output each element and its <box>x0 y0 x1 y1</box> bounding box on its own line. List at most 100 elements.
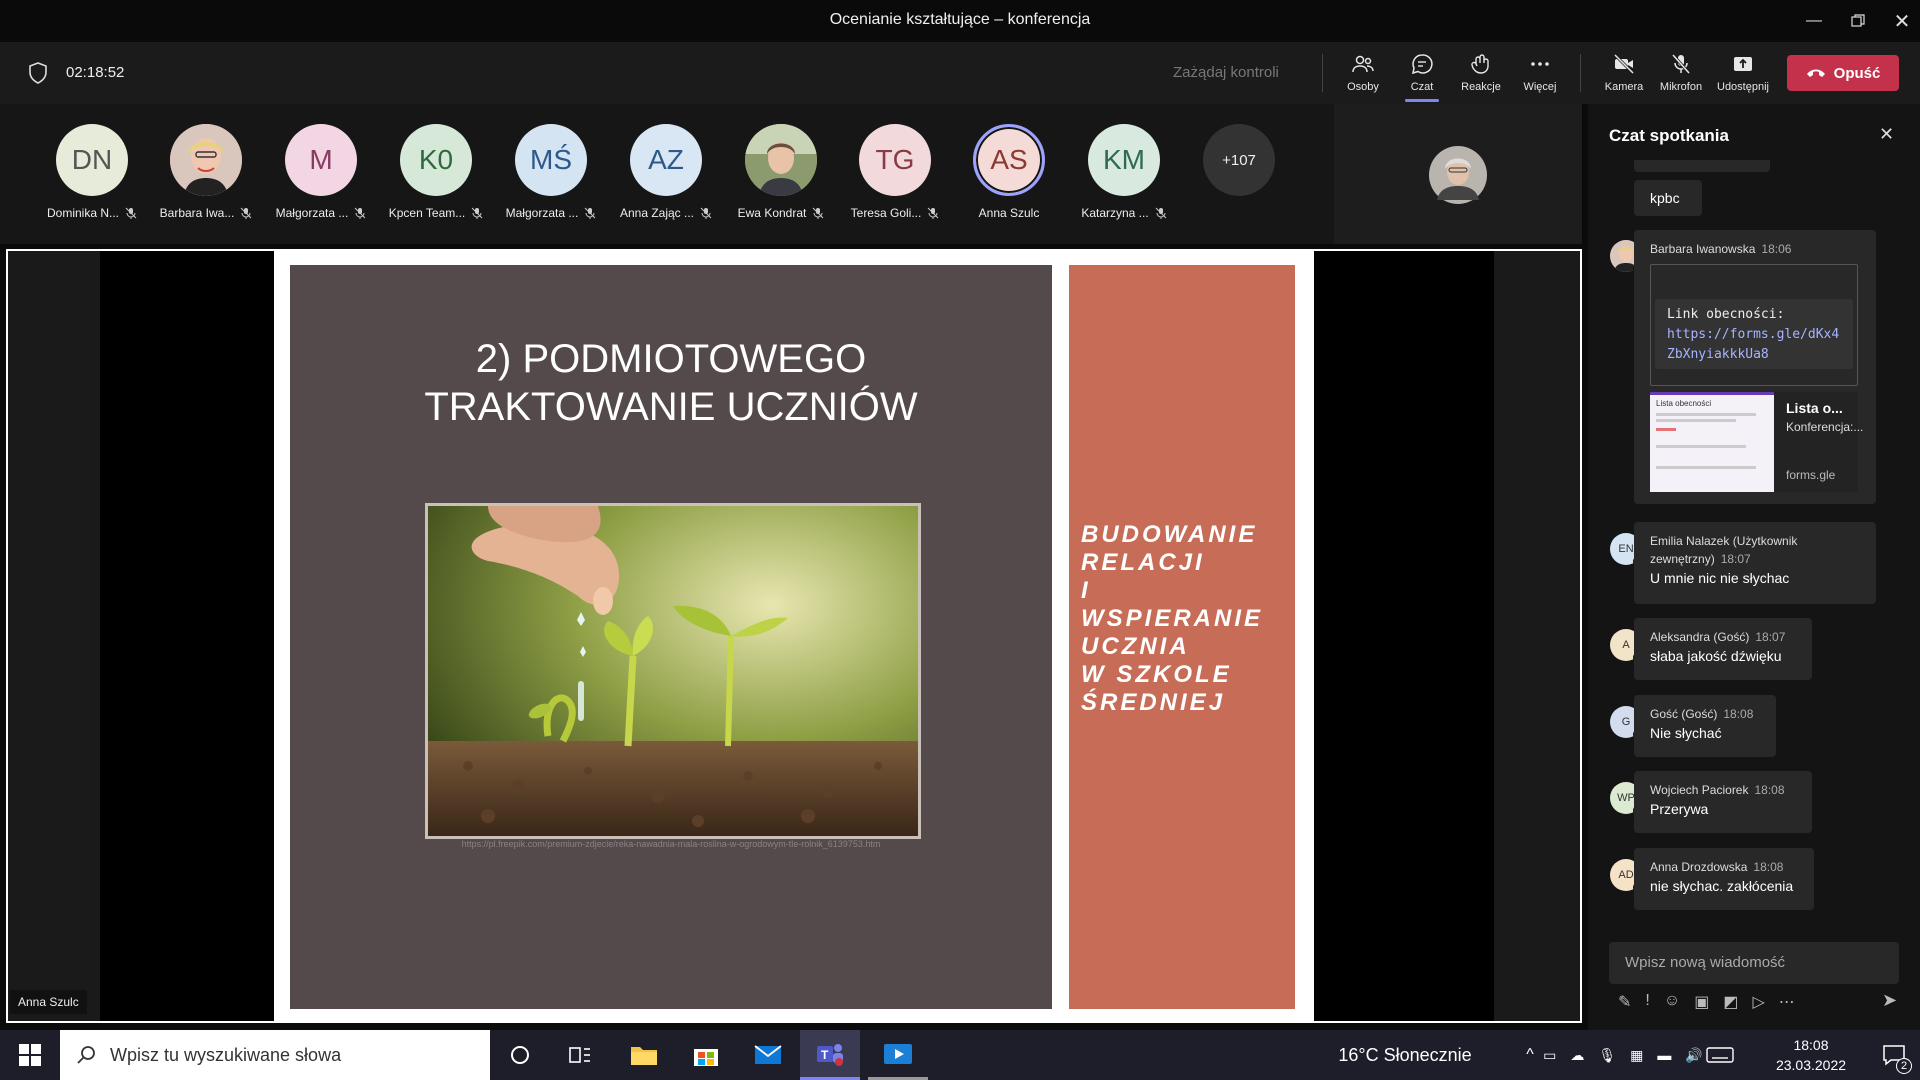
reactions-button[interactable]: Reakcje <box>1452 48 1510 100</box>
keyboard-button[interactable] <box>1700 1030 1740 1080</box>
weather-widget[interactable]: 16°C Słonecznie <box>1330 1030 1472 1080</box>
message-text: Przerywa <box>1650 801 1709 817</box>
message-text: kpbc <box>1650 190 1680 206</box>
sticker-icon[interactable]: ◩ <box>1723 992 1738 1012</box>
folder-icon <box>631 1047 657 1065</box>
message-time: 18:08 <box>1723 707 1754 721</box>
participant-tile[interactable]: Ewa Kondrat <box>726 124 836 220</box>
send-button[interactable]: ➤ <box>1882 990 1897 1011</box>
mic-off-icon <box>240 207 252 219</box>
chat-button[interactable]: Czat <box>1393 48 1451 102</box>
meet-now-tray-icon[interactable]: ▭ <box>1543 1047 1556 1064</box>
slide-title: 2) PODMIOTOWEGO TRAKTOWANIE UCZNIÓW <box>290 335 1052 431</box>
mail-button[interactable] <box>743 1030 793 1080</box>
previous-message-fragment <box>1634 160 1770 172</box>
message-text: słaba jakość dźwięku <box>1650 648 1782 664</box>
participant-tile[interactable]: TG Teresa Goli... <box>840 124 950 220</box>
cortana-button[interactable] <box>496 1030 544 1080</box>
message-author: Barbara Iwanowska <box>1650 242 1756 256</box>
participant-tile[interactable]: AZ Anna Zając ... <box>611 124 721 220</box>
onedrive-icon[interactable]: ☁ <box>1570 1047 1584 1064</box>
leave-button[interactable]: Opuść <box>1787 55 1899 91</box>
close-window-button[interactable]: ✕ <box>1874 0 1920 42</box>
chat-active-indicator <box>1405 99 1439 102</box>
battery-icon[interactable]: ▬ <box>1657 1047 1671 1063</box>
participant-tile-speaking[interactable]: AS Anna Szulc <box>954 124 1064 220</box>
avatar-initials: AS <box>990 144 1028 175</box>
participant-name: Barbara Iwa... <box>159 206 235 220</box>
code-block: Link obecności: https://forms.gle/dKx4Zb… <box>1655 299 1853 369</box>
avatar-initials: AD <box>1618 869 1634 881</box>
more-label: Więcej <box>1523 81 1557 93</box>
network-icon[interactable]: ▦ <box>1630 1047 1643 1064</box>
avatar: K0 <box>400 124 472 196</box>
system-tray: ▭ ☁ 🎙 ▦ ▬ 🔊 <box>1543 1030 1703 1080</box>
presentation-slide: 2) PODMIOTOWEGO TRAKTOWANIE UCZNIÓW http… <box>274 251 1314 1021</box>
message-author: Wojciech Paciorek <box>1650 783 1749 797</box>
participant-tile[interactable]: KM Katarzyna ... <box>1069 124 1179 220</box>
clock-date: 23.03.2022 <box>1775 1057 1847 1073</box>
shield-icon[interactable] <box>28 61 48 85</box>
minimize-icon: — <box>1806 12 1822 29</box>
more-button[interactable]: Więcej <box>1511 48 1569 100</box>
chat-message: Gość (Gość) 18:08 Nie słychać <box>1634 695 1776 757</box>
mic-off-icon <box>125 207 137 219</box>
search-icon <box>77 1046 95 1064</box>
more-participants-button[interactable]: +107 <box>1203 124 1275 196</box>
avatar: TG <box>859 124 931 196</box>
taskbar-search-box[interactable]: Wpisz tu wyszukiwane słowa <box>60 1030 490 1080</box>
link-card-subtitle: Konferencja:... <box>1786 420 1864 434</box>
start-button[interactable] <box>0 1030 60 1080</box>
avatar-initials: AZ <box>648 144 684 175</box>
share-button[interactable]: Udostępnij <box>1714 48 1772 100</box>
priority-icon[interactable]: ! <box>1645 992 1649 1012</box>
link-preview-card[interactable]: Lista obecności Lista o... Konferencja:.… <box>1650 392 1864 492</box>
clock[interactable]: 18:08 23.03.2022 <box>1746 1030 1876 1080</box>
mic-off-icon <box>584 207 596 219</box>
camera-button[interactable]: Kamera <box>1595 48 1653 100</box>
chat-message-bubble: kpbc <box>1634 180 1702 216</box>
more-options-icon[interactable]: ⋯ <box>1779 992 1795 1012</box>
chat-message: Aleksandra (Gość) 18:07 słaba jakość dźwi… <box>1634 618 1812 680</box>
meet-now-icon[interactable]: ▷ <box>1752 992 1764 1012</box>
participant-name: Teresa Goli... <box>850 206 922 220</box>
notifications-button[interactable]: 2 <box>1872 1030 1916 1080</box>
avatar: AS <box>973 124 1045 196</box>
attendance-link[interactable]: https://forms.gle/dKx4ZbXnyiakkkUa8 <box>1667 325 1841 365</box>
format-icon[interactable]: ✎ <box>1618 992 1631 1012</box>
message-time: 18:08 <box>1754 783 1785 797</box>
self-avatar-icon <box>1429 146 1487 204</box>
share-icon <box>1734 57 1752 71</box>
leave-label: Opuść <box>1833 64 1881 82</box>
mic-off-icon <box>700 207 712 219</box>
microphone-button[interactable]: Mikrofon <box>1652 48 1710 100</box>
participant-tile[interactable]: DN Dominika N... <box>37 124 147 220</box>
gif-icon[interactable]: ▣ <box>1694 992 1709 1012</box>
microphone-tray-icon[interactable]: 🎙 <box>1598 1047 1616 1064</box>
mail-icon <box>754 1045 782 1064</box>
tray-expand-button[interactable]: ^ <box>1518 1030 1542 1080</box>
people-button[interactable]: Osoby <box>1334 48 1392 100</box>
emoji-icon[interactable]: ☺ <box>1664 992 1680 1012</box>
video-app-button[interactable] <box>868 1030 928 1080</box>
link-preview-thumbnail: Lista obecności <box>1650 392 1774 492</box>
store-button[interactable] <box>681 1030 731 1080</box>
clock-time: 18:08 <box>1793 1037 1829 1053</box>
link-card-domain: forms.gle <box>1786 468 1836 482</box>
toolbar-divider <box>1580 54 1581 92</box>
teams-icon: T <box>817 1043 843 1066</box>
participant-tile[interactable]: K0 Kpcen Team... <box>381 124 491 220</box>
request-control-button[interactable]: Zażądaj kontroli <box>1173 64 1279 81</box>
teams-button[interactable]: T <box>800 1030 860 1080</box>
close-chat-button[interactable]: ✕ <box>1879 124 1894 145</box>
task-view-icon <box>569 1047 590 1063</box>
slide-side-panel: BUDOWANIE RELACJI I WSPIERANIE UCZNIA W … <box>1069 265 1295 1009</box>
weather-text: 16°C Słonecznie <box>1338 1044 1472 1065</box>
participant-tile[interactable]: MŚ Małgorzata ... <box>496 124 606 220</box>
file-explorer-button[interactable] <box>619 1030 669 1080</box>
meeting-chat-panel: Czat spotkania ✕ kpbc Barbara Iwanowska 1… <box>1588 104 1920 1030</box>
task-view-button[interactable] <box>556 1030 604 1080</box>
message-compose-input[interactable]: Wpisz nową wiadomość <box>1609 942 1899 984</box>
participant-tile[interactable]: M Małgorzata ... <box>266 124 376 220</box>
participant-tile[interactable]: Barbara Iwa... <box>151 124 261 220</box>
